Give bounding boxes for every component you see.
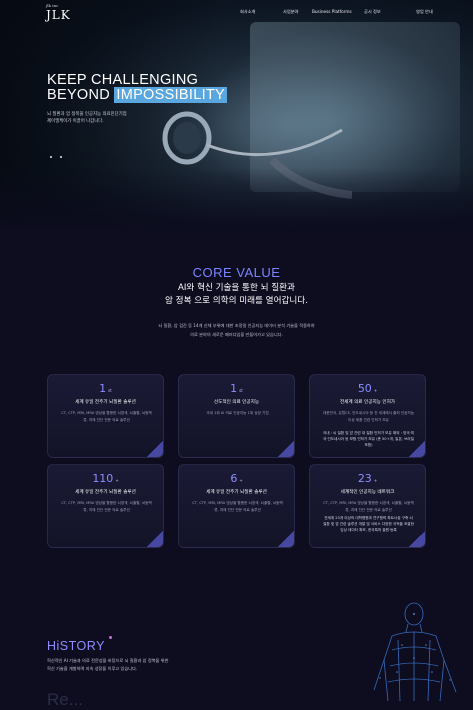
card-title: 선도적인 의료 인공지능 <box>213 400 260 405</box>
next-section-heading: Re... <box>47 690 83 709</box>
nav-item-business[interactable]: 사업분야 <box>283 9 298 15</box>
card-description: CT, CTP, MRI, MRA 영상을 활용한 뇌경색, 뇌출혈, 뇌동맥류… <box>192 501 283 512</box>
hero-subtitle: 뇌 질환과 암 정복을 인공지능 의료진단기업 제이엘케이가 이끌어 나갑니다. <box>47 111 167 125</box>
wireframe-human-figure <box>373 602 457 701</box>
slider-dot-1[interactable] <box>50 156 52 158</box>
card-number-unit: + <box>239 478 243 483</box>
nav-item-platforms[interactable]: Business Platforms <box>312 9 352 14</box>
hero-title: KEEP CHALLENGING BEYOND IMPOSSIBILITY <box>47 72 228 103</box>
card-description: 국내 1위 AI 의료 인공지능 1위 상장 기업 <box>206 411 269 415</box>
value-card[interactable]: 1st 세계 유일 전주기 뇌질환 솔루션 CT, CTP, MRI, MRA … <box>47 374 164 458</box>
nav-item-company[interactable]: 회사소개 <box>240 9 255 15</box>
card-description: 대한민국, 유럽CE, 인도네시아 등 전 세계에서 출허 인공지능 이상 제품… <box>322 411 415 422</box>
card-number-value: 110 <box>92 472 114 485</box>
card-number: 6 + <box>179 472 294 485</box>
slider-dot-2[interactable] <box>60 156 62 158</box>
core-value-heading: AI와 혁신 기술을 통한 뇌 질환과 암 정복 으로 의학의 미래를 열어갑니… <box>0 282 473 308</box>
card-number-value: 1 <box>99 382 107 395</box>
history-desc-line1: 혁신적인 AI 기술과 의료 전문성을 바탕으로 뇌 질환과 암 정복을 위한 <box>47 658 169 663</box>
card-number: 50 + <box>310 382 425 395</box>
card-number-unit: st <box>239 388 243 393</box>
card-number-unit: + <box>115 478 119 483</box>
value-card[interactable]: 1st 선도적인 의료 인공지능 국내 1위 AI 의료 인공지능 1위 상장 … <box>178 374 295 458</box>
nav-item-disclosure[interactable]: 공시 정보 <box>364 9 381 15</box>
core-desc-line2: 의료 분야의 새로운 패러다임을 만들어가고 있습니다. <box>190 332 283 337</box>
core-desc-line1: 뇌 질환, 암 검진 등 14개 신체 부위에 대한 초정밀 인공지능 데이터 … <box>158 323 315 328</box>
card-title: 전세계 의료 인공지능 인허가 <box>339 400 396 405</box>
card-number-unit: + <box>373 478 378 483</box>
card-number-value: 50 <box>357 382 372 395</box>
card-number: 110 + <box>48 472 163 485</box>
core-value-description: 뇌 질환, 암 검진 등 14개 신체 부위에 대한 초정밀 인공지능 데이터 … <box>0 321 473 339</box>
card-number-value: 6 <box>230 472 238 485</box>
card-number-value: 23 <box>357 472 372 485</box>
card-number-value: 1 <box>230 382 238 395</box>
card-title: 세계적인 인공지능 네트워크 <box>340 490 395 495</box>
core-heading-line1: AI와 혁신 기술을 통한 뇌 질환과 <box>178 283 295 293</box>
core-heading-line2: 암 정복 으로 의학의 미래를 열어갑니다. <box>165 296 308 306</box>
hero-subtitle-line1: 뇌 질환과 암 정복을 인공지능 의료진단기업 <box>47 112 127 117</box>
hero-fade <box>0 168 473 228</box>
logo-text: JLK <box>46 8 71 22</box>
card-title: 세계 유일 전주기 뇌질환 솔루션 <box>206 490 267 495</box>
hero-title-line1: KEEP CHALLENGING <box>47 72 199 88</box>
card-description: CT, CTP, MRI, MRA 영상을 활용한 뇌경색, 뇌출혈, 뇌동맥류… <box>61 501 152 512</box>
card-number-unit: + <box>373 388 378 393</box>
value-card[interactable]: 110 + 세계 유일 전주기 뇌질환 솔루션 CT, CTP, MRI, MRA… <box>47 464 164 548</box>
value-card[interactable]: 50 + 전세계 의료 인공지능 인허가 대한민국, 유럽CE, 인도네시아 등 … <box>309 374 426 458</box>
card-number: 1st <box>48 382 163 395</box>
card-detail: 전세계 23개 이상의 대학병원과 연구협력 파트너쉽 구축 뇌 질환 및 암 … <box>323 516 414 532</box>
value-card[interactable]: 6 + 세계 유일 전주기 뇌질환 솔루션 CT, CTP, MRI, MRA 영… <box>178 464 295 548</box>
card-title: 세계 유일 전주기 뇌질환 솔루션 <box>75 490 136 495</box>
card-detail: 국내 : 뇌 질환 및 암 관련 대 질환 인허가 보유 해외 : 영국·미국·… <box>322 431 415 447</box>
value-card[interactable]: 23 + 세계적인 인공지능 네트워크 CT, CTP, MRI, MRA 영상을… <box>309 464 426 548</box>
hero-title-plain: BEYOND <box>47 87 115 103</box>
card-description: CT, CTP, MRI, MRA 영상을 활용한 뇌경색, 뇌출혈, 뇌동맥류… <box>61 411 152 422</box>
history-accent-dot <box>109 636 112 639</box>
card-title: 세계 유일 전주기 뇌질환 솔루션 <box>75 400 136 405</box>
slider-pagination <box>50 143 70 162</box>
hero-subtitle-line2: 제이엘케이가 이끌어 나갑니다. <box>47 119 104 124</box>
card-number: 23 + <box>310 472 425 485</box>
logo[interactable]: jlk inc JLK <box>46 3 71 22</box>
card-number: 1st <box>179 382 294 395</box>
hero-title-highlight: IMPOSSIBILITY <box>114 87 228 103</box>
hero-banner: jlk inc JLK 회사소개 사업분야 Business Platforms… <box>0 0 473 228</box>
nav-item-sales[interactable]: 영업 안내 <box>416 9 433 15</box>
core-value-title: CORE VALUE <box>192 265 281 280</box>
history-description: 혁신적인 AI 기술과 의료 전문성을 바탕으로 뇌 질환과 암 정복을 위한 … <box>47 657 247 673</box>
main-nav: 회사소개 사업분야 Business Platforms 공시 정보 영업 안내 <box>220 9 460 19</box>
history-desc-line2: 혁신 기술을 개발하며 지속 성장을 이루고 있습니다. <box>47 666 138 671</box>
logo-caption: jlk inc <box>46 3 59 8</box>
history-title: HiSTORY <box>47 639 105 653</box>
card-description: CT, CTP, MRI, MRA 영상을 활용한 뇌경색, 뇌출혈, 뇌동맥류… <box>323 501 414 512</box>
hero-title-line2: BEYOND IMPOSSIBILITY <box>47 87 228 103</box>
card-number-unit: st <box>108 388 112 393</box>
